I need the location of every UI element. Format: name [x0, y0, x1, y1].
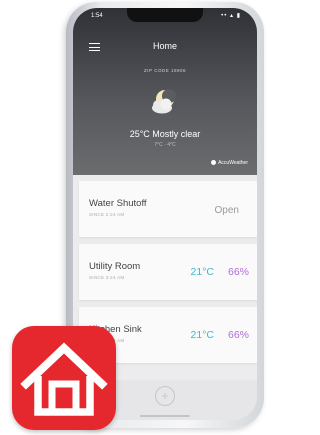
device-name: Water Shutoff [89, 198, 147, 209]
high-low-temps: 7°C · 4°C [154, 142, 176, 148]
device-since: SINCE 2:24 AM [89, 212, 125, 217]
app-icon[interactable] [12, 326, 116, 430]
valve-status: Open [214, 205, 239, 216]
location-label: ZIP CODE 15906 [144, 68, 186, 73]
temperature-reading: 21°C [190, 266, 214, 278]
device-since: SINCE 3:24 AM [89, 275, 125, 280]
phone-notch [127, 8, 203, 22]
moon-cloud-icon [152, 89, 176, 114]
house-icon [20, 342, 108, 416]
add-device-button[interactable]: + [155, 386, 175, 406]
accuweather-label: AccuWeather [218, 160, 248, 166]
status-time: 1:54 [91, 13, 103, 19]
humidity-reading: 66% [227, 266, 249, 278]
temperature-reading: 21°C [190, 329, 214, 341]
device-name: Utility Room [89, 261, 141, 272]
status-icons: •• ▴ ▮ [221, 13, 241, 19]
temperature-condition: 25°C Mostly clear [129, 129, 201, 139]
accuweather-sun-icon [211, 160, 217, 165]
home-indicator [140, 415, 190, 417]
accuweather-logo: AccuWeather [211, 160, 248, 166]
humidity-reading: 66% [227, 329, 249, 341]
device-card-water-shutoff[interactable]: Water Shutoff SINCE 2:24 AM Open [79, 181, 257, 237]
weather-header: 1:54 •• ▴ ▮ Home ZIP CODE 15906 25°C Mos… [73, 8, 257, 175]
device-card-utility-room[interactable]: Utility Room SINCE 3:24 AM 21°C 66% [79, 244, 257, 300]
page-title: Home [152, 41, 177, 51]
